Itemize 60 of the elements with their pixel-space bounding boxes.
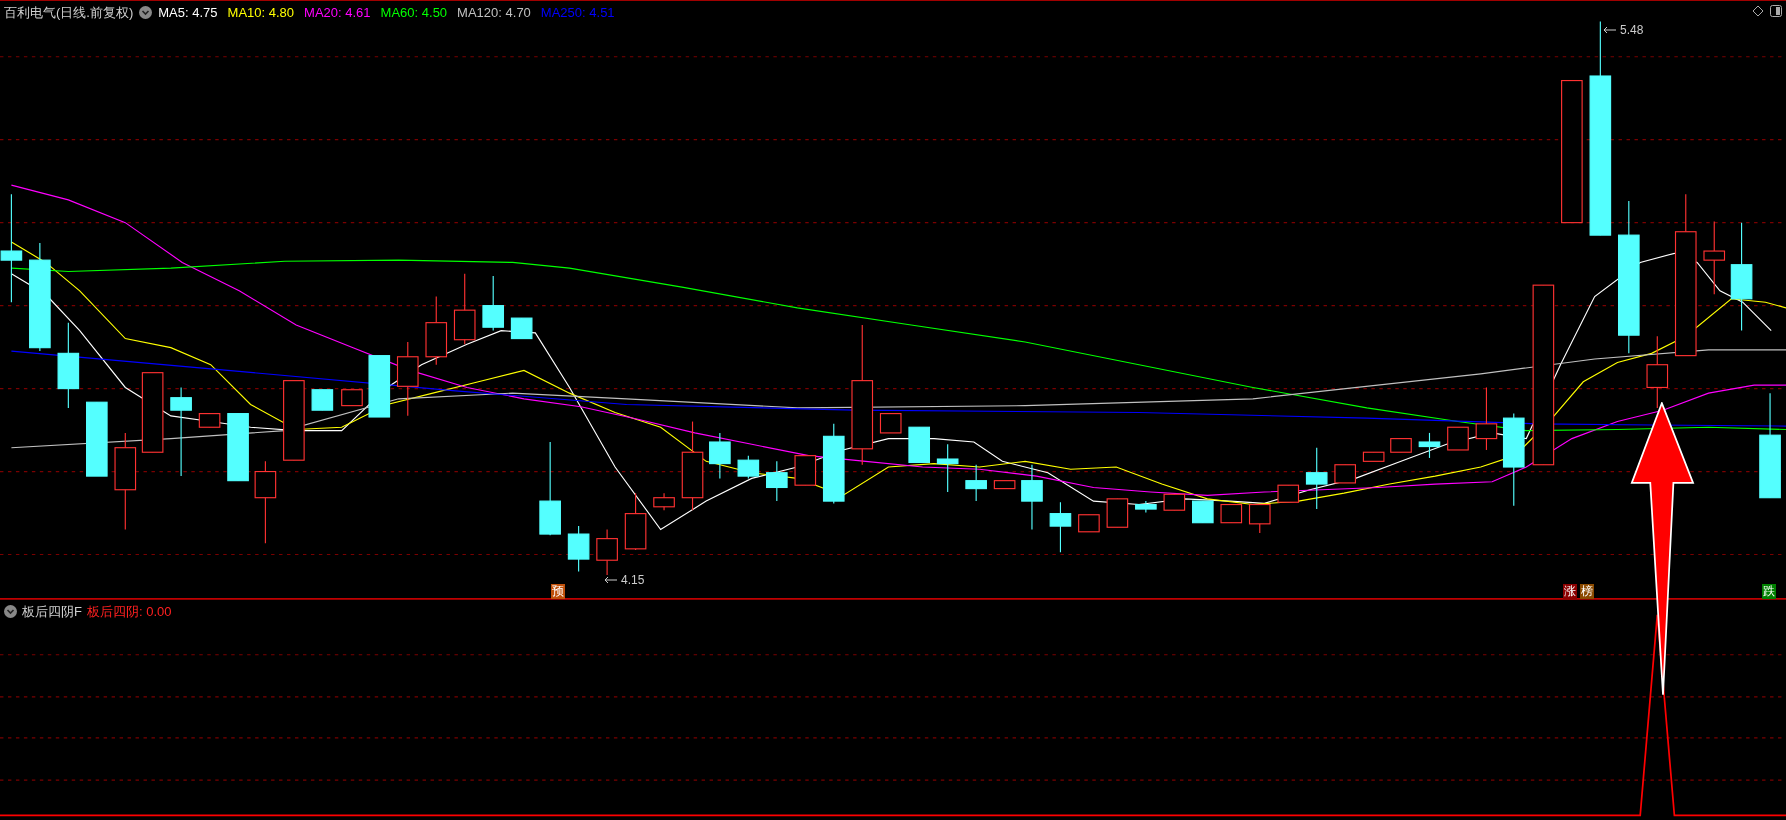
candlestick <box>766 460 788 502</box>
candlestick <box>624 492 647 551</box>
panel-toggle-icon[interactable] <box>1770 5 1782 17</box>
candlestick <box>653 492 675 511</box>
candlestick <box>737 455 760 479</box>
candlestick <box>1390 438 1412 453</box>
candlestick <box>368 355 391 418</box>
candlestick <box>709 432 731 479</box>
candlestick <box>227 413 249 482</box>
signal-badge: 涨 <box>1563 584 1577 599</box>
chart-title: 百利电气(日线.前复权) <box>4 4 134 22</box>
candlestick <box>1049 501 1072 553</box>
indicator-reading: 板后四阴: 0.00 <box>86 603 172 621</box>
candlestick <box>567 525 590 573</box>
signal-badge: 榜 <box>1580 584 1594 599</box>
pointer-arrow-icon <box>1603 26 1617 34</box>
indicator-name: 板后四阴F <box>22 603 82 621</box>
candlestick <box>341 389 363 407</box>
diamond-icon[interactable] <box>1752 5 1764 17</box>
candlestick <box>936 443 959 493</box>
moving-average-reading: MA250: 4.51 <box>540 4 615 22</box>
candlestick <box>1334 464 1356 484</box>
moving-average-reading: MA20: 4.61 <box>304 4 371 22</box>
pointer-arrow-icon <box>604 576 618 584</box>
candlestick <box>1362 451 1385 462</box>
candlestick <box>1021 464 1043 531</box>
candlestick <box>1106 498 1129 528</box>
candlestick <box>482 275 504 332</box>
price-label: 4.15 <box>621 572 645 589</box>
candlestick <box>908 426 931 464</box>
candlestick <box>453 273 476 345</box>
candlestick <box>879 413 902 434</box>
candlestick <box>965 464 987 502</box>
signal-badge: 跌 <box>1762 584 1776 599</box>
candlestick <box>1418 432 1441 459</box>
candlestick <box>1447 426 1469 451</box>
moving-average-reading: MA120: 4.70 <box>457 4 531 22</box>
moving-average-reading: MA5: 4.75 <box>158 4 218 22</box>
candlestick <box>1135 500 1157 514</box>
candlestick <box>425 295 448 366</box>
price-label: 5.48 <box>1620 22 1644 39</box>
signal-badge: 预 <box>551 584 565 599</box>
chevron-down-icon[interactable] <box>139 6 153 20</box>
moving-average-reading: MA60: 4.50 <box>380 4 448 22</box>
candlestick <box>596 528 618 576</box>
candlestick <box>1163 493 1186 511</box>
candlestick <box>1078 514 1100 533</box>
candlestick <box>311 389 334 411</box>
candlestick <box>1192 500 1214 524</box>
chevron-down-icon[interactable] <box>4 605 17 619</box>
candlestick <box>1277 484 1300 503</box>
moving-average-reading: MA10: 4.80 <box>227 4 295 22</box>
candlestick <box>1220 503 1243 524</box>
candlestick <box>993 480 1016 490</box>
candlestick <box>1475 386 1498 451</box>
candlestick <box>794 455 817 486</box>
candlestick <box>1305 447 1328 510</box>
candlestick <box>198 413 221 428</box>
candlestick <box>1248 503 1271 534</box>
candlestick <box>510 317 533 340</box>
